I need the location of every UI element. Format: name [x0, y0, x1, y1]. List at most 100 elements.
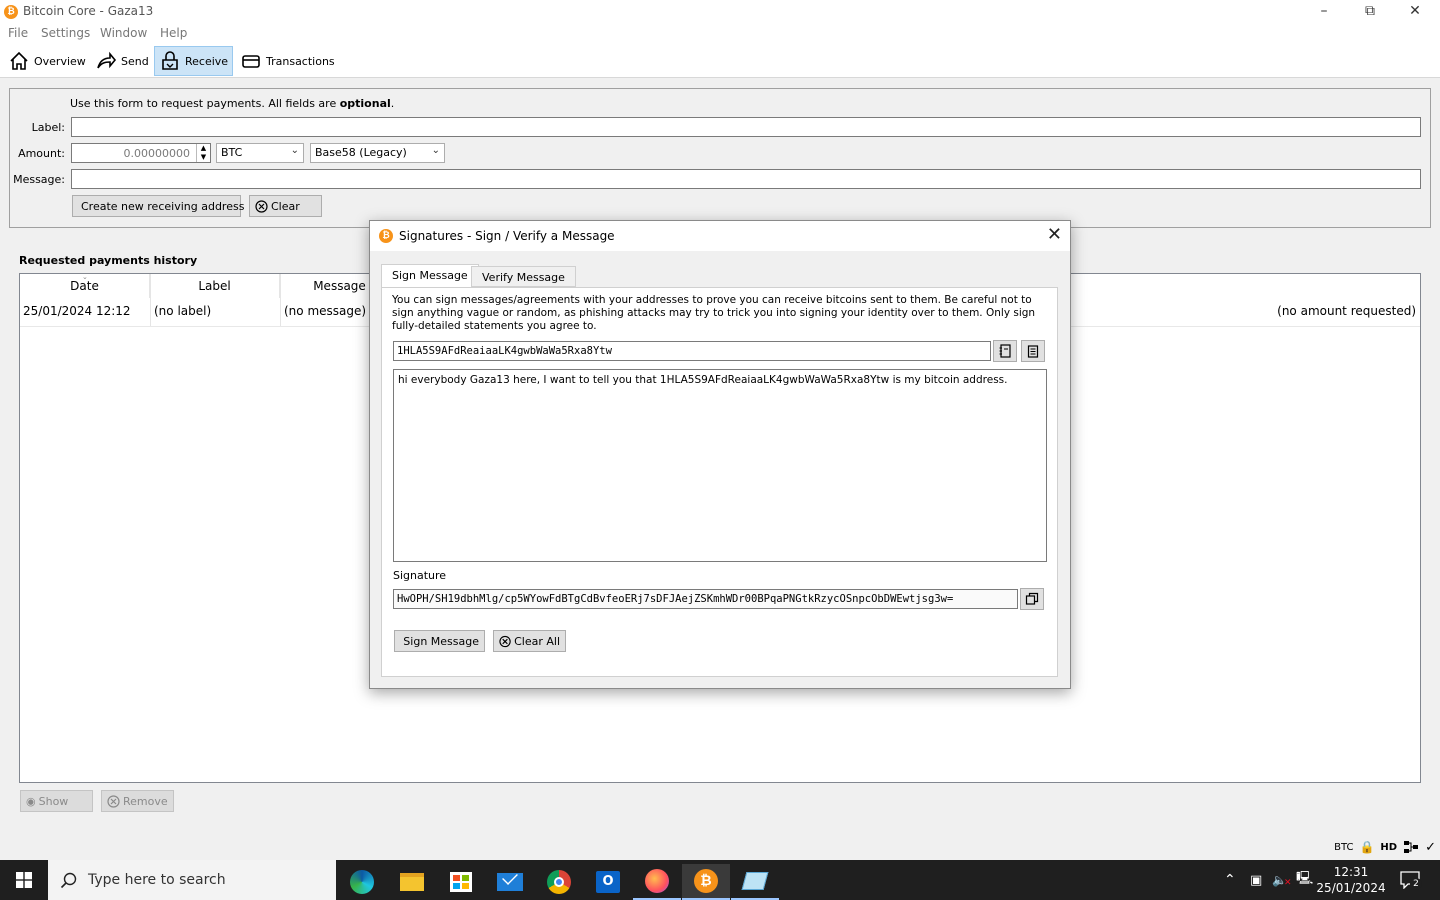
overview-label: Overview [34, 54, 86, 68]
clock-time: 12:31 [1333, 865, 1369, 879]
amount-input[interactable]: 0.00000000 [71, 143, 211, 163]
menu-file[interactable]: File [8, 26, 28, 40]
clear-all-button[interactable]: Clear All [493, 630, 566, 652]
message-input[interactable] [71, 169, 1421, 189]
dialog-close-button[interactable]: ✕ [1047, 224, 1062, 245]
row-label[interactable]: (no label) [154, 304, 211, 318]
message-text: hi everybody Gaza13 here, I want to tell… [398, 374, 1008, 386]
create-address-label: Create new receiving address [81, 199, 245, 213]
mail-icon [497, 869, 523, 891]
file-explorer-taskbar-icon[interactable] [388, 864, 436, 900]
outlook-taskbar-icon[interactable]: O [584, 864, 632, 900]
clear-label: Clear [271, 199, 300, 213]
eye-icon: ◉ [26, 794, 36, 808]
clock[interactable]: 12:31 25/01/2024 [1316, 860, 1385, 900]
address-book-button[interactable] [993, 340, 1017, 362]
home-icon [10, 51, 28, 70]
unit-select[interactable]: BTC ⌄ [216, 143, 304, 163]
address-type-select[interactable]: Base58 (Legacy) ⌄ [310, 143, 445, 163]
clock-date: 25/01/2024 [1316, 881, 1386, 895]
transactions-tab-button[interactable]: Transactions [236, 46, 339, 76]
column-header-label[interactable]: Label [150, 274, 280, 298]
bitcoin-logo-icon: ₿ [4, 5, 18, 19]
send-arrow-icon [97, 51, 117, 69]
column-divider [280, 274, 281, 326]
receive-label: Receive [185, 54, 229, 68]
row-date[interactable]: 25/01/2024 12:12 [23, 304, 131, 318]
minimize-button[interactable]: – [1301, 0, 1347, 24]
edge-taskbar-icon[interactable] [338, 864, 386, 900]
tray-device-icon[interactable]: ▣ [1250, 860, 1262, 900]
request-payment-form: Use this form to request payments. All f… [9, 88, 1431, 228]
paste-button[interactable] [1021, 340, 1045, 362]
unit-indicator[interactable]: BTC [1334, 842, 1353, 853]
show-hidden-icons-button[interactable]: ⌃ [1224, 860, 1236, 900]
create-address-button[interactable]: Create new receiving address [72, 195, 245, 217]
outlook-icon: O [596, 871, 620, 893]
hd-indicator: HD [1380, 841, 1398, 853]
sign-message-label: Sign Message [403, 634, 479, 648]
amount-spinner[interactable]: ▲ ▼ [196, 144, 210, 162]
notepad-taskbar-icon[interactable] [731, 864, 779, 900]
receive-tab-button[interactable]: Receive [154, 46, 234, 76]
label-input[interactable] [71, 117, 1421, 137]
address-input[interactable]: 1HLA5S9AFdReaiaaLK4gwbWaWa5Rxa8Ytw [393, 341, 991, 361]
address-book-icon [999, 344, 1011, 358]
unit-value: BTC [221, 146, 243, 159]
notification-count: 2 [1410, 878, 1422, 890]
restore-button[interactable]: ⧉ [1347, 0, 1393, 24]
show-button[interactable]: ◉ Show [20, 790, 93, 812]
synced-check-icon: ✓ [1425, 839, 1436, 855]
clear-button[interactable]: Clear [249, 195, 322, 217]
mail-taskbar-icon[interactable] [486, 864, 534, 900]
amount-value: 0.00000000 [123, 147, 190, 160]
window-title: Bitcoin Core - Gaza13 [23, 4, 154, 18]
sign-description: You can sign messages/agreements with yo… [392, 294, 1036, 332]
tab-verify-message[interactable]: Verify Message [471, 266, 576, 287]
notepad-icon [741, 872, 769, 890]
chrome-icon [547, 870, 571, 894]
send-tab-button[interactable]: Send [91, 46, 153, 76]
copy-signature-button[interactable] [1020, 588, 1044, 610]
status-bar: BTC 🔒 HD ✓ [1334, 838, 1436, 856]
paste-clipboard-icon [1027, 345, 1039, 358]
label-field-label: Label: [31, 121, 65, 134]
firefox-icon [645, 869, 669, 893]
title-bar: ₿ Bitcoin Core - Gaza13 – ⧉ ✕ [0, 0, 1440, 24]
taskbar-search-box[interactable]: Type here to search [48, 860, 336, 900]
menu-help[interactable]: Help [160, 26, 187, 40]
column-divider [150, 274, 151, 326]
close-button[interactable]: ✕ [1392, 0, 1438, 24]
firefox-taskbar-icon[interactable] [633, 864, 681, 900]
notification-center-button[interactable]: 2 [1398, 860, 1422, 900]
amount-field-label: Amount: [18, 147, 65, 160]
signature-output[interactable]: HwOPH/SH19dbhMlg/cp5WYowFdBTgCdBvfeoERj7… [393, 589, 1018, 609]
remove-label: Remove [123, 794, 168, 808]
form-intro-text: Use this form to request payments. All f… [70, 97, 340, 110]
tab-sign-message[interactable]: Sign Message [381, 264, 479, 288]
windows-logo-icon [16, 872, 32, 888]
network-tray-button[interactable]: 🖳 [1296, 860, 1313, 900]
menu-settings[interactable]: Settings [41, 26, 90, 40]
row-amount[interactable]: (no amount requested) [1277, 304, 1416, 318]
menu-window[interactable]: Window [100, 26, 147, 40]
signature-label: Signature [393, 569, 447, 582]
chrome-taskbar-icon[interactable] [535, 864, 583, 900]
sign-message-button[interactable]: Sign Message [394, 630, 485, 652]
network-icon [1404, 841, 1419, 853]
address-type-value: Base58 (Legacy) [315, 146, 407, 159]
overview-tab-button[interactable]: Overview [4, 46, 90, 76]
start-button[interactable] [0, 860, 48, 900]
remove-button[interactable]: Remove [101, 790, 174, 812]
bitcoin-core-taskbar-icon[interactable]: ₿ [682, 864, 730, 900]
dialog-title-bar: ₿ Signatures - Sign / Verify a Message ✕ [370, 221, 1070, 251]
volume-tray-button[interactable]: 🔈 ✕ [1272, 860, 1292, 900]
chevron-down-icon: ⌄ [290, 145, 299, 156]
main-toolbar: Overview Send Receive Transactions [0, 44, 1440, 78]
transactions-label: Transactions [266, 54, 335, 68]
store-icon [450, 872, 472, 892]
store-taskbar-icon[interactable] [437, 864, 485, 900]
form-intro: Use this form to request payments. All f… [70, 97, 394, 110]
row-message[interactable]: (no message) [284, 304, 366, 318]
message-textarea[interactable]: hi everybody Gaza13 here, I want to tell… [393, 369, 1047, 562]
